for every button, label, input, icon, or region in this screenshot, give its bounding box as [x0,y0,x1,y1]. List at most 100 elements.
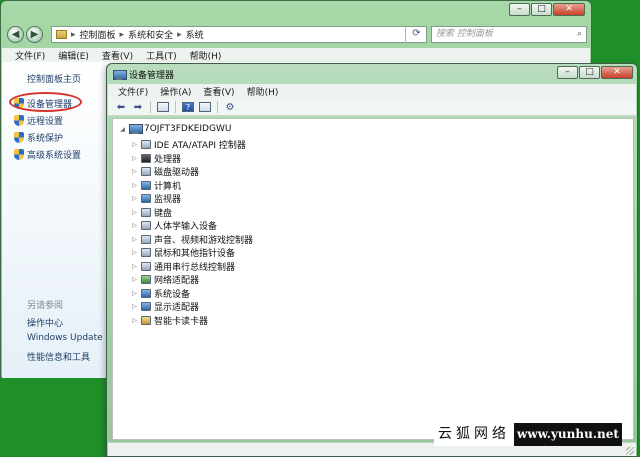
dm-menu-view[interactable]: 查看(V) [203,85,234,98]
tree-node-display[interactable]: ▷ 显示适配器 [131,300,199,313]
toolbar-separator [150,101,151,113]
tree-node-label: 显示适配器 [154,303,200,313]
forward-arrow-icon[interactable]: ▶ [26,26,43,43]
tree-node-computer[interactable]: ▷ 计算机 [131,179,181,192]
tree-root[interactable]: ◢ 7OJFT3FDKEIDGWU [119,124,231,134]
tree-node-network[interactable]: ▷ 网络适配器 [131,273,199,286]
tree-node-system[interactable]: ▷ 系统设备 [131,287,190,300]
breadcrumb-separator-icon: ▸ [71,29,76,40]
help-icon[interactable]: ? [181,101,195,114]
tree-node-smartcard[interactable]: ▷ 智能卡读卡器 [131,314,208,327]
computer-icon [129,124,143,134]
expand-icon[interactable]: ▷ [131,182,138,189]
expand-icon[interactable]: ▷ [131,303,138,310]
monitor-icon [141,194,151,203]
expand-icon[interactable]: ▷ [131,168,138,175]
cp-menu-file[interactable]: 文件(F) [15,49,45,62]
view-icon[interactable] [198,101,212,114]
tree-node-processor[interactable]: ▷ 处理器 [131,152,181,165]
cp-menu-view[interactable]: 查看(V) [102,49,133,62]
tree-root-label: 7OJFT3FDKEIDGWU [144,124,232,134]
tree-node-label: 磁盘驱动器 [154,168,200,178]
search-input[interactable]: 搜索 控制面板 ⌕ [431,26,587,43]
sidebar-item-label: 高级系统设置 [27,151,82,161]
breadcrumb-system[interactable]: 系统 [186,28,204,41]
expand-icon[interactable]: ▷ [131,276,138,283]
expand-icon[interactable]: ▷ [131,263,138,270]
shield-icon [14,149,24,160]
forward-icon[interactable]: ➡ [131,101,145,114]
dm-toolbar: ⬅ ➡ ? ⚙ [108,99,636,116]
tree-node-label: 人体学输入设备 [154,222,218,232]
search-placeholder: 搜索 控制面板 [436,29,493,39]
expand-icon[interactable]: ▷ [131,317,138,324]
expand-icon[interactable]: ▷ [131,209,138,216]
tree-node-disk[interactable]: ▷ 磁盘驱动器 [131,165,199,178]
tree-node-mouse[interactable]: ▷ 鼠标和其他指针设备 [131,246,235,259]
address-bar[interactable]: ▸ 控制面板 ▸ 系统和安全 ▸ 系统 [51,26,427,43]
cp-minimize-button[interactable]: – [509,3,530,16]
device-manager-icon [113,69,127,80]
dm-menu-action[interactable]: 操作(A) [160,85,191,98]
breadcrumb-control-panel[interactable]: 控制面板 [80,28,116,41]
annotation-circle [9,92,82,112]
tree-node-keyboard[interactable]: ▷ 键盘 [131,206,172,219]
dm-title-bar: 设备管理器 [113,68,174,81]
tree-node-label: 计算机 [154,181,182,192]
expand-icon[interactable]: ▷ [131,195,138,202]
usb-icon [141,261,151,271]
shield-icon [14,115,24,126]
expand-icon[interactable]: ▷ [131,290,138,297]
sidebar-item-advanced-settings[interactable]: 高级系统设置 [14,148,81,161]
see-also-performance-tools[interactable]: 性能信息和工具 [27,350,90,363]
smart-card-reader-icon [141,315,151,325]
cp-menu-help[interactable]: 帮助(H) [190,49,222,62]
back-icon[interactable]: ⬅ [114,101,128,114]
collapse-icon[interactable]: ◢ [119,126,126,133]
cp-menu-tools[interactable]: 工具(T) [146,49,177,62]
expand-icon[interactable]: ▷ [131,141,138,148]
dm-minimize-button[interactable]: – [557,66,578,79]
dm-maximize-button[interactable]: □ [579,66,600,79]
sidebar-item-system-protection[interactable]: 系统保护 [14,131,63,144]
properties-icon[interactable] [156,101,170,114]
control-panel-home-link[interactable]: 控制面板主页 [27,72,81,85]
dm-close-button[interactable]: ✕ [601,66,633,79]
dm-menu-help[interactable]: 帮助(H) [247,85,279,98]
cp-close-button[interactable]: ✕ [553,3,585,16]
sidebar-item-label: 系统保护 [27,134,64,144]
breadcrumb-system-security[interactable]: 系统和安全 [128,28,173,41]
tree-node-label: 智能卡读卡器 [154,316,209,327]
expand-icon[interactable]: ▷ [131,236,138,243]
tree-node-sound[interactable]: ▷ 声音、视频和游戏控制器 [131,233,253,246]
see-also-action-center[interactable]: 操作中心 [27,316,63,329]
mouse-icon [141,248,151,257]
expand-icon[interactable]: ▷ [131,155,138,162]
dm-menu-file[interactable]: 文件(F) [118,85,148,98]
computer-icon [141,180,151,190]
tree-node-ide[interactable]: ▷ IDE ATA/ATAPI 控制器 [131,138,246,151]
system-device-icon [141,288,151,298]
breadcrumb-separator-icon: ▸ [119,29,125,40]
ide-controller-icon [141,140,151,149]
shield-icon [14,132,24,143]
see-also-windows-update[interactable]: Windows Update [27,333,103,343]
sidebar-item-remote-settings[interactable]: 远程设置 [14,114,63,127]
dm-title-text: 设备管理器 [129,71,175,81]
tree-node-hid[interactable]: ▷ 人体学输入设备 [131,219,217,232]
watermark-url: www.yunhu.net [514,423,622,446]
tree-node-label: 通用串行总线控制器 [154,262,236,273]
refresh-icon[interactable]: ⟳ [405,26,427,43]
scan-hardware-icon[interactable]: ⚙ [223,101,237,114]
expand-icon[interactable]: ▷ [131,249,138,256]
tree-node-usb[interactable]: ▷ 通用串行总线控制器 [131,260,235,273]
cp-maximize-button[interactable]: □ [531,3,552,16]
cp-sidebar: 控制面板主页 设备管理器 远程设置 系统保护 高级系统设置 另请参阅 操作中心 … [2,62,107,378]
search-icon[interactable]: ⌕ [577,27,582,42]
back-arrow-icon[interactable]: ◀ [7,26,24,43]
tree-node-monitor[interactable]: ▷ 监视器 [131,192,181,205]
cp-menu-edit[interactable]: 编辑(E) [58,49,89,62]
dm-menu-bar: 文件(F) 操作(A) 查看(V) 帮助(H) [108,84,636,99]
tree-node-label: 网络适配器 [154,276,200,286]
expand-icon[interactable]: ▷ [131,222,138,229]
